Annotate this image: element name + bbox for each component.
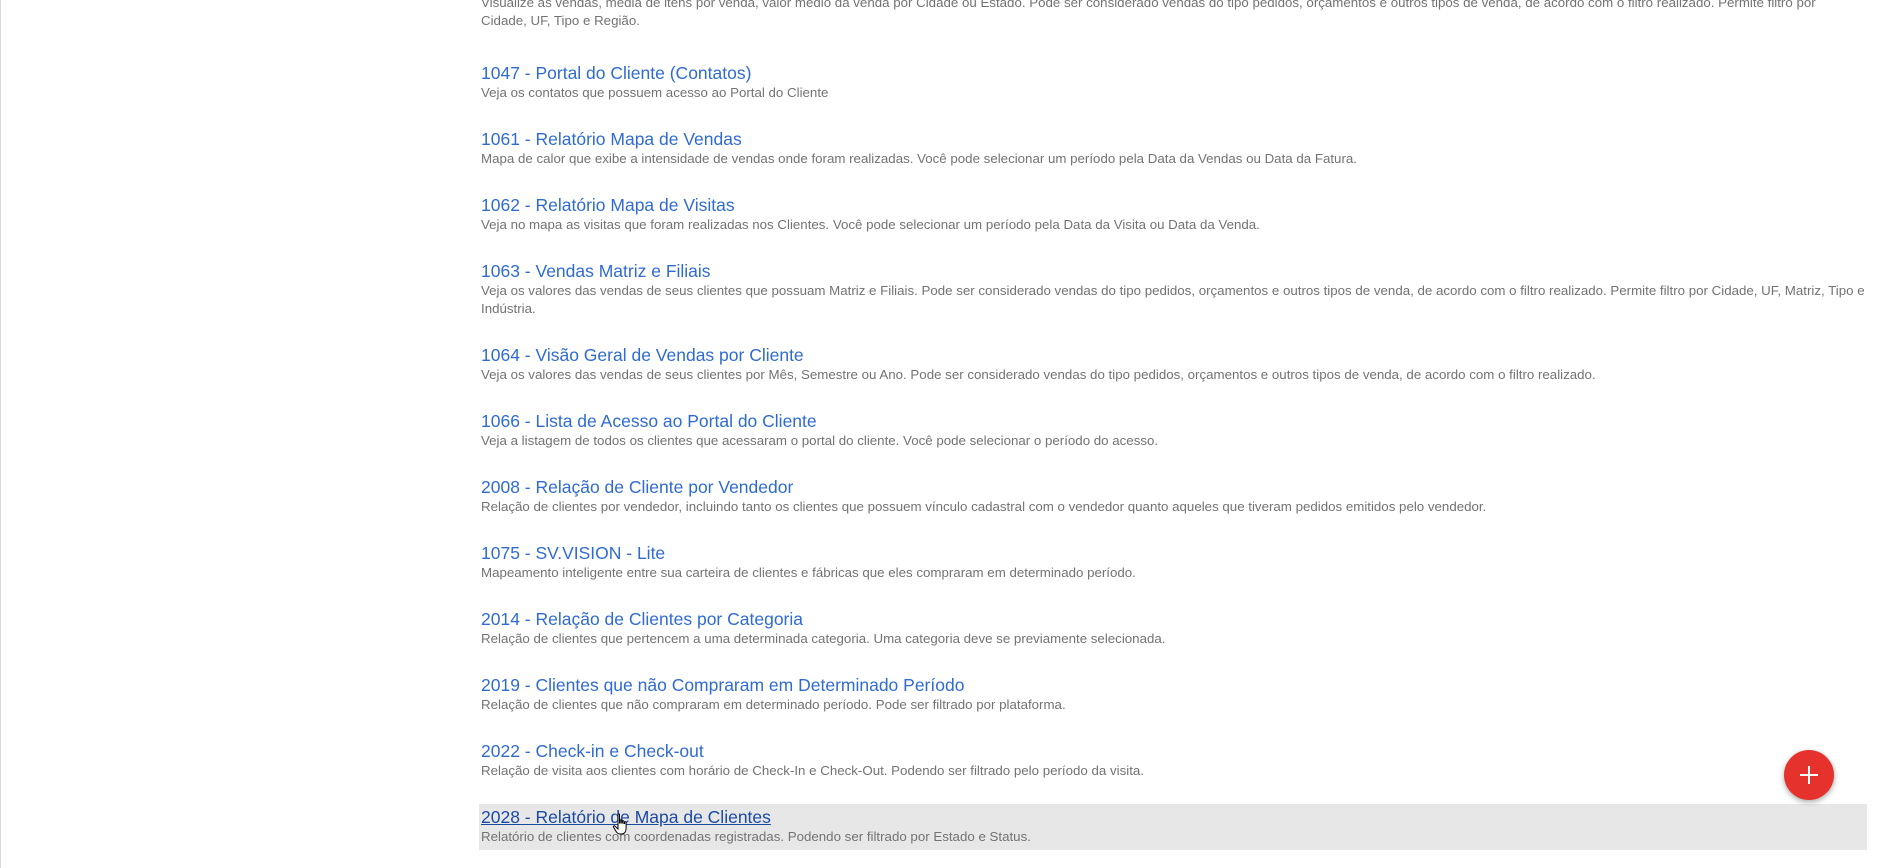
plus-icon [1800,766,1818,784]
report-item-1063: 1063 - Vendas Matriz e Filiais Veja os v… [479,258,1867,322]
report-link-2008[interactable]: 2008 - Relação de Cliente por Vendedor [481,476,793,498]
report-item-1061: 1061 - Relatório Mapa de Vendas Mapa de … [479,126,1867,172]
report-description: Relatório de clientes com coordenadas re… [481,829,1031,844]
report-description: Relação de visita aos clientes com horár… [481,763,1144,778]
report-link-2028[interactable]: 2028 - Relatório de Mapa de Clientes [481,806,771,828]
report-description: Veja os valores das vendas de seus clien… [481,283,1865,316]
report-item-2014: 2014 - Relação de Clientes por Categoria… [479,606,1867,652]
report-item-2008: 2008 - Relação de Cliente por Vendedor R… [479,474,1867,520]
report-item-2019: 2019 - Clientes que não Compraram em Det… [479,672,1867,718]
report-link-2014[interactable]: 2014 - Relação de Clientes por Categoria [481,608,803,630]
report-link-1075[interactable]: 1075 - SV.VISION - Lite [481,542,665,564]
report-list: Visualize as vendas, média de itens por … [479,0,1867,868]
report-link-1063[interactable]: 1063 - Vendas Matriz e Filiais [481,260,711,282]
report-description: Veja os contatos que possuem acesso ao P… [481,85,829,100]
report-item-1064: 1064 - Visão Geral de Vendas por Cliente… [479,342,1867,388]
report-item-1047: 1047 - Portal do Cliente (Contatos) Veja… [479,60,1867,106]
report-item-partial: Visualize as vendas, média de itens por … [479,0,1867,34]
report-description: Relação de clientes que pertencem a uma … [481,631,1166,646]
report-item-1062: 1062 - Relatório Mapa de Visitas Veja no… [479,192,1867,238]
report-link-1064[interactable]: 1064 - Visão Geral de Vendas por Cliente [481,344,804,366]
add-button[interactable] [1784,750,1834,800]
report-description: Mapeamento inteligente entre sua carteir… [481,565,1136,580]
report-description: Veja a listagem de todos os clientes que… [481,433,1159,448]
report-description: Veja os valores das vendas de seus clien… [481,367,1596,382]
report-link-1047[interactable]: 1047 - Portal do Cliente (Contatos) [481,62,751,84]
report-description: Mapa de calor que exibe a intensidade de… [481,151,1357,166]
report-link-1062[interactable]: 1062 - Relatório Mapa de Visitas [481,194,735,216]
report-link-1066[interactable]: 1066 - Lista de Acesso ao Portal do Clie… [481,410,817,432]
report-item-1075: 1075 - SV.VISION - Lite Mapeamento intel… [479,540,1867,586]
report-link-2022[interactable]: 2022 - Check-in e Check-out [481,740,704,762]
report-item-2028[interactable]: 2028 - Relatório de Mapa de Clientes Rel… [479,804,1867,850]
report-item-1066: 1066 - Lista de Acesso ao Portal do Clie… [479,408,1867,454]
left-divider [0,0,1,868]
report-item-2022: 2022 - Check-in e Check-out Relação de v… [479,738,1867,784]
report-description: Relação de clientes por vendedor, inclui… [481,499,1487,514]
report-link-2019[interactable]: 2019 - Clientes que não Compraram em Det… [481,674,964,696]
report-description: Visualize as vendas, média de itens por … [481,0,1816,28]
report-description: Relação de clientes que não compraram em… [481,697,1066,712]
report-link-1061[interactable]: 1061 - Relatório Mapa de Vendas [481,128,742,150]
report-list-page: Visualize as vendas, média de itens por … [0,0,1887,868]
report-description: Veja no mapa as visitas que foram realiz… [481,217,1260,232]
